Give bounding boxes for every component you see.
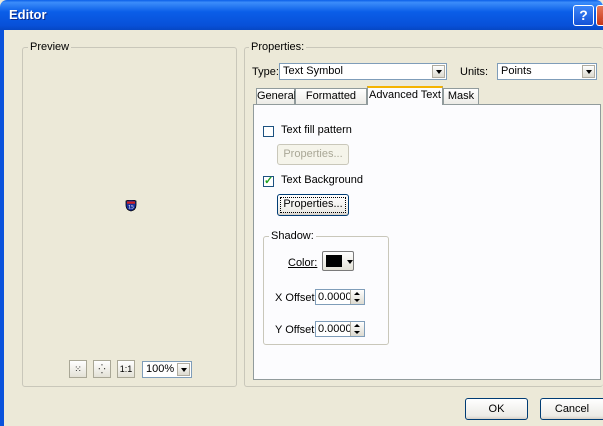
text-background-label: Text Background xyxy=(281,174,363,186)
title-bar: Editor ? x xyxy=(0,0,603,30)
preview-legend: Preview xyxy=(28,41,72,53)
window-title: Editor xyxy=(9,7,47,22)
background-properties-button[interactable]: Properties... xyxy=(277,194,349,216)
y-offset-spinner[interactable]: 0.0000 xyxy=(315,321,365,337)
shadow-color-label: Color: xyxy=(288,257,318,269)
shadow-color-picker[interactable] xyxy=(322,251,354,271)
zoom-extent-button[interactable]: ⁛ xyxy=(93,360,111,378)
editor-dialog: Editor ? x Preview 15 ⁙ ⁛ 1:1 100% Prope… xyxy=(0,0,603,426)
tab-formatted-text[interactable]: Formatted Text xyxy=(295,88,367,116)
spinner-arrows-icon[interactable] xyxy=(350,322,364,336)
cancel-button[interactable]: Cancel xyxy=(540,398,603,420)
shield-symbol-icon: 15 xyxy=(125,200,137,212)
type-value: Text Symbol xyxy=(283,65,343,77)
x-offset-value: 0.0000 xyxy=(318,291,352,303)
chevron-down-icon[interactable] xyxy=(347,260,353,264)
tab-mask[interactable]: Mask xyxy=(443,88,479,104)
properties-legend: Properties: xyxy=(249,41,307,53)
x-offset-spinner[interactable]: 0.0000 xyxy=(315,289,365,305)
spinner-arrows-icon[interactable] xyxy=(350,290,364,304)
units-combo[interactable]: Points xyxy=(497,63,597,80)
units-label: Units: xyxy=(460,66,489,78)
tab-general[interactable]: General xyxy=(256,88,296,104)
type-combo[interactable]: Text Symbol xyxy=(279,63,447,80)
fill-pattern-properties-button[interactable]: Properties... xyxy=(277,144,349,165)
units-value: Points xyxy=(501,65,532,77)
help-button[interactable]: ? xyxy=(573,5,594,26)
advanced-text-panel: Text fill pattern Properties... Text Bac… xyxy=(253,104,601,380)
window-border xyxy=(0,30,4,426)
text-fill-pattern-label: Text fill pattern xyxy=(281,124,352,136)
svg-text:15: 15 xyxy=(128,205,134,211)
y-offset-label: Y Offset: xyxy=(275,324,318,336)
close-button[interactable]: x xyxy=(596,5,603,26)
zoom-combo[interactable]: 100% xyxy=(142,361,192,378)
preview-group: Preview 15 xyxy=(22,41,237,387)
chevron-down-icon[interactable] xyxy=(177,363,190,376)
text-fill-pattern-checkbox[interactable] xyxy=(263,126,274,137)
text-background-checkbox[interactable] xyxy=(263,174,274,187)
shadow-legend: Shadow: xyxy=(269,230,316,242)
y-offset-value: 0.0000 xyxy=(318,323,352,335)
shadow-group: Shadow: Color: X Offset: 0.0000 Y Offset… xyxy=(263,230,389,345)
type-label: Type: xyxy=(252,66,279,78)
x-offset-label: X Offset: xyxy=(275,292,318,304)
chevron-down-icon[interactable] xyxy=(432,65,445,78)
zoom-actual-button[interactable]: 1:1 xyxy=(117,360,135,378)
ok-button[interactable]: OK xyxy=(465,398,528,420)
zoom-fit-button[interactable]: ⁙ xyxy=(69,360,87,378)
tab-advanced-text[interactable]: Advanced Text xyxy=(367,86,443,105)
shadow-color-swatch xyxy=(326,255,342,267)
zoom-value: 100% xyxy=(146,363,175,375)
chevron-down-icon[interactable] xyxy=(582,65,595,78)
